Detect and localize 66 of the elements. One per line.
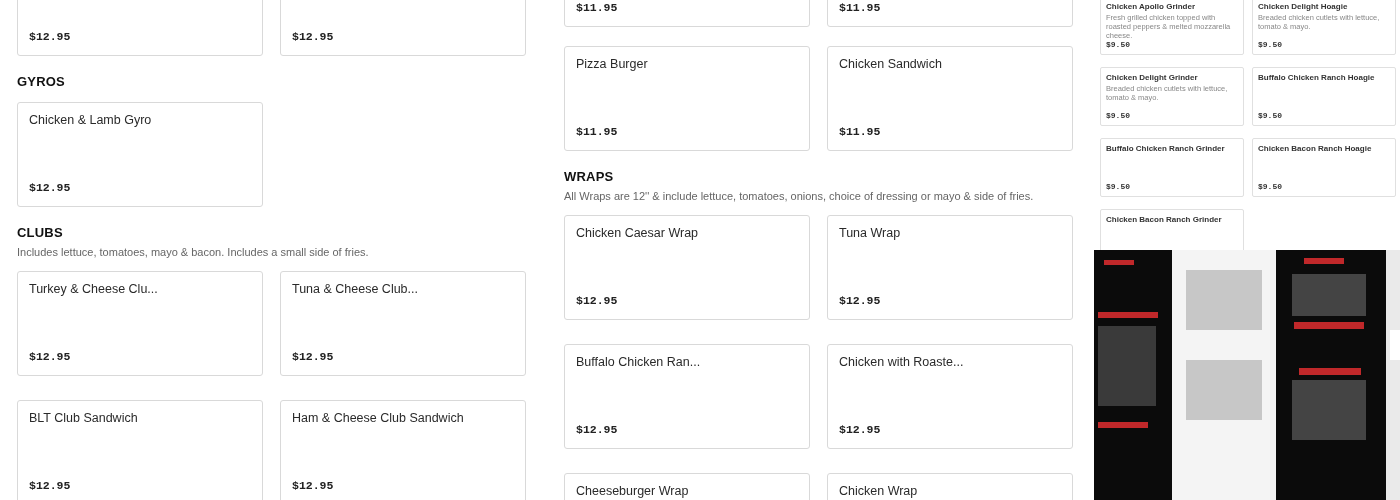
- menu-item-card[interactable]: $12.95: [17, 0, 263, 56]
- section-heading: GYROS: [17, 74, 66, 90]
- item-price: $12.95: [29, 30, 72, 44]
- item-price: $9.50: [1258, 40, 1283, 50]
- item-price: $9.50: [1106, 182, 1131, 192]
- item-name: Tuna Wrap: [839, 225, 902, 241]
- menu-item-card[interactable]: $11.95: [827, 0, 1073, 27]
- menu-item-card[interactable]: Buffalo Chicken Ranch Grinder $9.50: [1100, 138, 1244, 197]
- item-price: $11.95: [576, 1, 619, 15]
- item-price: $12.95: [29, 181, 72, 195]
- item-name: Chicken Caesar Wrap: [576, 225, 700, 241]
- item-price: $11.95: [839, 125, 882, 139]
- section-description: All Wraps are 12'' & include lettuce, tomatoes, onions, choice of dressing or mayo & side of fries.: [564, 189, 1035, 203]
- menu-item-card[interactable]: Chicken Wrap: [827, 473, 1073, 500]
- item-name: Buffalo Chicken Ranch Grinder: [1106, 144, 1226, 154]
- menu-item-card[interactable]: Turkey & Cheese Clu... $12.95: [17, 271, 263, 376]
- section-heading: WRAPS: [564, 169, 615, 185]
- item-price: $11.95: [839, 1, 882, 15]
- item-price: $12.95: [292, 350, 335, 364]
- item-name: Chicken Apollo Grinder: [1106, 2, 1197, 12]
- item-name: BLT Club Sandwich: [29, 410, 139, 426]
- item-price: $12.95: [839, 423, 882, 437]
- item-name: Chicken Sandwich: [839, 56, 943, 72]
- menu-item-card[interactable]: Chicken Bacon Ranch Hoagie $9.50: [1252, 138, 1396, 197]
- menu-item-card[interactable]: Chicken Sandwich $11.95: [827, 46, 1073, 151]
- item-price: $12.95: [29, 479, 72, 493]
- item-name: Chicken Wrap: [839, 483, 919, 499]
- item-name: Buffalo Chicken Ran...: [576, 354, 702, 370]
- menu-item-card[interactable]: Cheeseburger Wrap: [564, 473, 810, 500]
- menu-item-card[interactable]: BLT Club Sandwich $12.95: [17, 400, 263, 500]
- item-price: $9.50: [1106, 111, 1131, 121]
- menu-item-card[interactable]: $11.95: [564, 0, 810, 27]
- section-description: Includes lettuce, tomatoes, mayo & bacon. Includes a small side of fries.: [17, 245, 370, 259]
- item-name: Pizza Burger: [576, 56, 649, 72]
- item-price: $9.50: [1258, 182, 1283, 192]
- menu-item-card[interactable]: Tuna & Cheese Club... $12.95: [280, 271, 526, 376]
- menu-item-card[interactable]: Pizza Burger $11.95: [564, 46, 810, 151]
- item-price: $12.95: [292, 479, 335, 493]
- item-name: Buffalo Chicken Ranch Hoagie: [1258, 73, 1376, 83]
- menu-item-card[interactable]: Chicken Caesar Wrap $12.95: [564, 215, 810, 320]
- menu-item-card[interactable]: Chicken with Roaste... $12.95: [827, 344, 1073, 449]
- item-name: Turkey & Cheese Clu...: [29, 281, 159, 297]
- item-name: Ham & Cheese Club Sandwich: [292, 410, 465, 426]
- item-name: Chicken Bacon Ranch Grinder: [1106, 215, 1223, 225]
- menu-item-card[interactable]: Buffalo Chicken Ranch Hoagie $9.50: [1252, 67, 1396, 126]
- item-name: Cheeseburger Wrap: [576, 483, 690, 499]
- item-price: $12.95: [839, 294, 882, 308]
- section-heading: CLUBS: [17, 225, 64, 241]
- item-name: Chicken & Lamb Gyro: [29, 112, 153, 128]
- menu-item-card[interactable]: Buffalo Chicken Ran... $12.95: [564, 344, 810, 449]
- item-name: Chicken Delight Hoagie: [1258, 2, 1349, 12]
- menu-item-card[interactable]: $12.95: [280, 0, 526, 56]
- item-name: Chicken Bacon Ranch Hoagie: [1258, 144, 1373, 154]
- item-price: $12.95: [576, 294, 619, 308]
- item-price: $12.95: [29, 350, 72, 364]
- item-name: Tuna & Cheese Club...: [292, 281, 419, 297]
- menu-item-card[interactable]: Ham & Cheese Club Sandwich $12.95: [280, 400, 526, 500]
- menu-item-card[interactable]: Tuna Wrap $12.95: [827, 215, 1073, 320]
- item-name: Chicken Delight Grinder: [1106, 73, 1199, 83]
- item-price: $12.95: [292, 30, 335, 44]
- item-price: $9.50: [1106, 40, 1131, 50]
- menu-item-card[interactable]: Chicken & Lamb Gyro $12.95: [17, 102, 263, 207]
- item-price: $11.95: [576, 125, 619, 139]
- item-price: $9.50: [1258, 111, 1283, 121]
- item-price: $12.95: [576, 423, 619, 437]
- item-name: Chicken with Roaste...: [839, 354, 965, 370]
